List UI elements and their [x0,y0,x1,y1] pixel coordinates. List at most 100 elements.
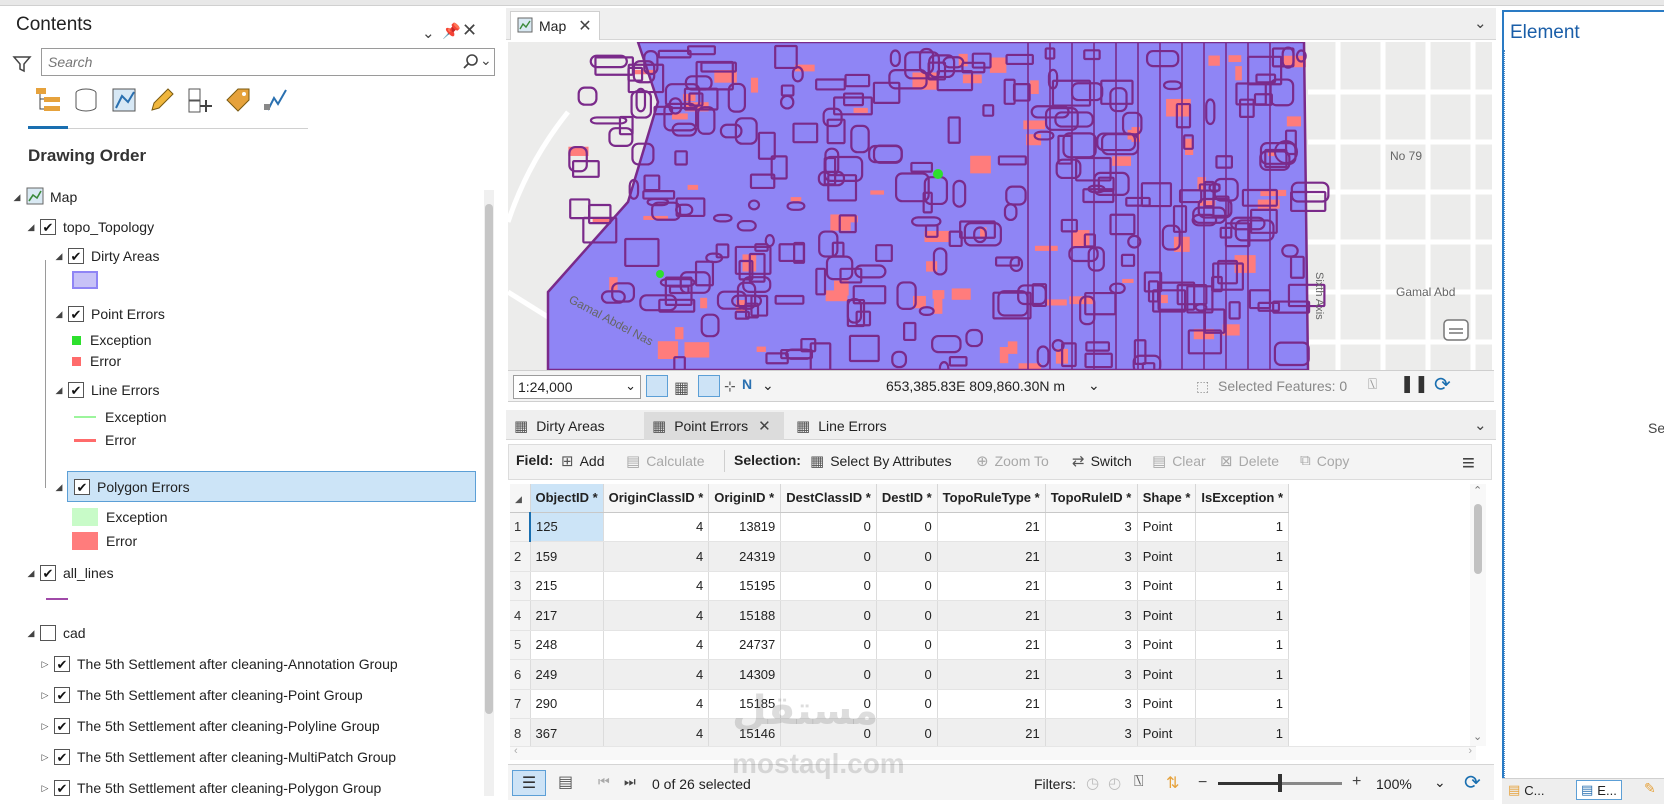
column-header[interactable]: TopoRuleID * [1045,484,1138,513]
table-cell[interactable]: 0 [876,659,938,690]
table-cell[interactable]: 4 [603,718,710,746]
row-number[interactable]: 2 [510,541,531,572]
table-cell[interactable]: 3 [1045,659,1138,690]
table-cell[interactable]: 1 [1195,718,1290,746]
table-cell[interactable]: 13819 [708,512,782,542]
select-by-attributes-button[interactable]: ▦ Select By Attributes [810,452,952,470]
tree-item-map[interactable]: ◢ Map [12,185,77,209]
table-cell[interactable]: 0 [876,689,938,719]
table-row[interactable]: 2 159 4 24319 0 0 21 3 Point 1 [510,541,1290,572]
layer-checkbox[interactable]: ✔ [68,382,84,398]
expand-triangle-icon[interactable]: ◢ [54,385,64,396]
row-number[interactable]: 3 [510,571,531,601]
table-corner[interactable]: ◢ [510,484,531,513]
table-cell[interactable]: 0 [780,630,877,660]
map-view[interactable]: No 79 Gamal Abd Gamal Abdel Nas Sixth Ax… [508,42,1492,370]
table-cell[interactable]: 3 [1045,630,1138,660]
layer-checkbox[interactable]: ✔ [68,248,84,264]
tab-map[interactable]: Map ✕ [510,11,600,40]
pause-drawing-icon[interactable]: ❚❚ [1400,374,1429,394]
scroll-left-icon[interactable]: ‹ [514,745,518,757]
chevron-down-icon[interactable]: ⌄ [1434,774,1446,791]
basemap-attribution-icon[interactable] [1442,318,1470,347]
clear-selection-button[interactable]: ▤ Clear [1152,452,1206,470]
table-cell[interactable]: 0 [876,541,938,572]
scale-selector[interactable]: 1:24,000 ⌄ [513,375,641,399]
scroll-down-icon[interactable]: ⌄ [1473,730,1482,743]
table-row[interactable]: 5 248 4 24737 0 0 21 3 Point 1 [510,630,1290,660]
edit-tab-icon[interactable]: ✎ [1644,780,1656,797]
selected-features-count[interactable]: Selected Features: 0 [1218,378,1347,394]
refresh-icon[interactable]: ⟳ [1434,372,1451,397]
table-cell[interactable]: 249 [530,659,604,690]
tab-dirty-areas[interactable]: ▦ Dirty Areas [510,412,634,440]
table-cell[interactable]: 1 [1195,630,1290,660]
delete-button[interactable]: ⊠ Delete [1220,452,1279,470]
constraint-icon[interactable]: ⊹ [724,378,736,395]
show-all-records-icon[interactable]: ☰ [512,770,546,796]
grid-icon[interactable]: ▦ [674,378,689,398]
table-cell[interactable]: 3 [1045,600,1138,631]
layer-checkbox[interactable]: ✔ [54,718,70,734]
table-cell[interactable]: 15195 [708,571,782,601]
time-filter-icon[interactable]: ◷ [1086,774,1099,792]
switch-selection-button[interactable]: ⇄ Switch [1072,452,1132,470]
scrollbar-thumb[interactable] [1474,504,1482,574]
close-icon[interactable]: ✕ [758,417,771,435]
pin-icon[interactable]: 📌 [442,22,461,40]
table-cell[interactable]: 4 [603,630,710,660]
tab-line-errors[interactable]: ▦ Line Errors [792,412,912,440]
tree-item-cad-point[interactable]: ▷ ✔ The 5th Settlement after cleaning-Po… [40,683,363,707]
refresh-filter-icon[interactable]: ⍂ [1368,376,1377,393]
table-zoom-slider[interactable] [1218,774,1342,792]
table-cell[interactable]: 217 [530,600,604,631]
layer-checkbox[interactable]: ✔ [54,749,70,765]
row-number[interactable]: 7 [510,689,531,719]
copy-button[interactable]: ⧉ Copy [1300,452,1349,469]
data-source-icon[interactable] [70,84,102,116]
bottom-tab-contents[interactable]: ▤ C... [1508,782,1545,798]
table-cell[interactable]: 215 [530,571,604,601]
table-cell[interactable]: Point [1137,512,1197,542]
tree-item-cad-multipatch[interactable]: ▷ ✔ The 5th Settlement after cleaning-Mu… [40,745,396,769]
table-cell[interactable]: 4 [603,600,710,631]
scroll-right-icon[interactable]: › [1468,745,1472,757]
table-cell[interactable]: 0 [780,512,877,542]
table-cell[interactable]: 0 [876,718,938,746]
tab-point-errors[interactable]: ▦ Point Errors ✕ [644,412,784,440]
layer-checkbox[interactable] [40,625,56,641]
zoom-in-icon[interactable]: + [1352,773,1361,791]
labeling-view-icon[interactable] [222,84,254,116]
table-row[interactable]: 6 249 4 14309 0 0 21 3 Point 1 [510,659,1290,690]
row-number[interactable]: 5 [510,630,531,660]
expand-triangle-icon[interactable]: ◢ [54,309,64,320]
table-cell[interactable]: 4 [603,659,710,690]
layer-checkbox[interactable]: ✔ [68,306,84,322]
selection-view-icon[interactable] [108,84,140,116]
table-cell[interactable]: 0 [780,659,877,690]
column-header[interactable]: IsException * [1195,484,1290,513]
table-cell[interactable]: 0 [780,571,877,601]
calculate-button[interactable]: ▤ Calculate [626,452,705,470]
column-header[interactable]: ObjectID * [530,484,604,513]
table-cell[interactable]: 21 [937,689,1046,719]
layer-checkbox[interactable]: ✔ [54,687,70,703]
table-cell[interactable]: Point [1137,571,1197,601]
sort-icon[interactable]: ⇅ [1166,773,1179,793]
column-header[interactable]: DestID * [876,484,938,513]
snapping-toggle-icon[interactable] [698,375,720,397]
tree-item-topology[interactable]: ◢ ✔ topo_Topology [26,215,154,239]
table-cell[interactable]: 1 [1195,512,1290,542]
table-zoom-level[interactable]: 100% [1376,776,1412,792]
column-header[interactable]: OriginClassID * [603,484,710,513]
table-cell[interactable]: Point [1137,541,1197,572]
coordinate-format-chevron-icon[interactable]: ⌄ [1088,377,1100,394]
table-menu-icon[interactable]: ≡ [1462,450,1475,476]
chevron-down-icon[interactable]: ⌄ [625,378,636,394]
layer-checkbox[interactable]: ✔ [40,219,56,235]
select-icon[interactable]: ⬚ [1196,378,1209,395]
row-number[interactable]: 1 [510,512,531,542]
table-cell[interactable]: 21 [937,571,1046,601]
next-record-icon[interactable]: ⏭ [624,774,636,790]
search-icon[interactable] [462,53,480,74]
